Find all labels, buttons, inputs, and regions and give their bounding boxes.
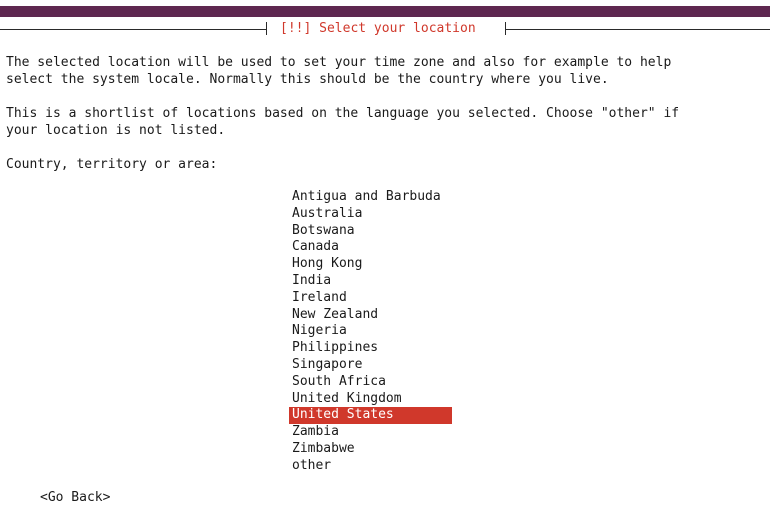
description-line-1: The selected location will be used to se… <box>6 55 672 70</box>
dialog-title: [!!] Select your location <box>280 21 476 36</box>
title-rule-tick-left <box>266 22 267 35</box>
location-option[interactable]: Botswana <box>289 223 452 240</box>
location-option[interactable]: Antigua and Barbuda <box>289 189 452 206</box>
field-label: Country, territory or area: <box>6 157 218 172</box>
header-bar <box>0 6 770 17</box>
title-rule-left <box>0 29 266 30</box>
location-option[interactable]: Zimbabwe <box>289 441 452 458</box>
location-option[interactable]: India <box>289 273 452 290</box>
location-option[interactable]: Ireland <box>289 290 452 307</box>
go-back-button[interactable]: <Go Back> <box>40 489 110 506</box>
location-option[interactable]: Australia <box>289 206 452 223</box>
location-list[interactable]: Antigua and Barbuda Australia Botswana Cana… <box>289 189 452 475</box>
location-option[interactable]: Canada <box>289 239 452 256</box>
location-option[interactable]: Singapore <box>289 357 452 374</box>
title-rule-right <box>505 29 770 30</box>
location-option-selected[interactable]: United States <box>289 407 452 425</box>
location-option[interactable]: Hong Kong <box>289 256 452 273</box>
location-option[interactable]: Nigeria <box>289 323 452 340</box>
location-option[interactable]: Philippines <box>289 340 452 357</box>
location-option[interactable]: New Zealand <box>289 307 452 324</box>
location-option[interactable]: other <box>289 458 452 475</box>
location-option[interactable]: Zambia <box>289 424 452 441</box>
location-option[interactable]: United Kingdom <box>289 391 452 408</box>
description-line-3: This is a shortlist of locations based o… <box>6 106 680 121</box>
location-option[interactable]: South Africa <box>289 374 452 391</box>
installer-screen: [!!] Select your location The selected l… <box>0 0 770 529</box>
description-line-4: your location is not listed. <box>6 123 226 138</box>
description-line-2: select the system locale. Normally this … <box>6 72 609 87</box>
